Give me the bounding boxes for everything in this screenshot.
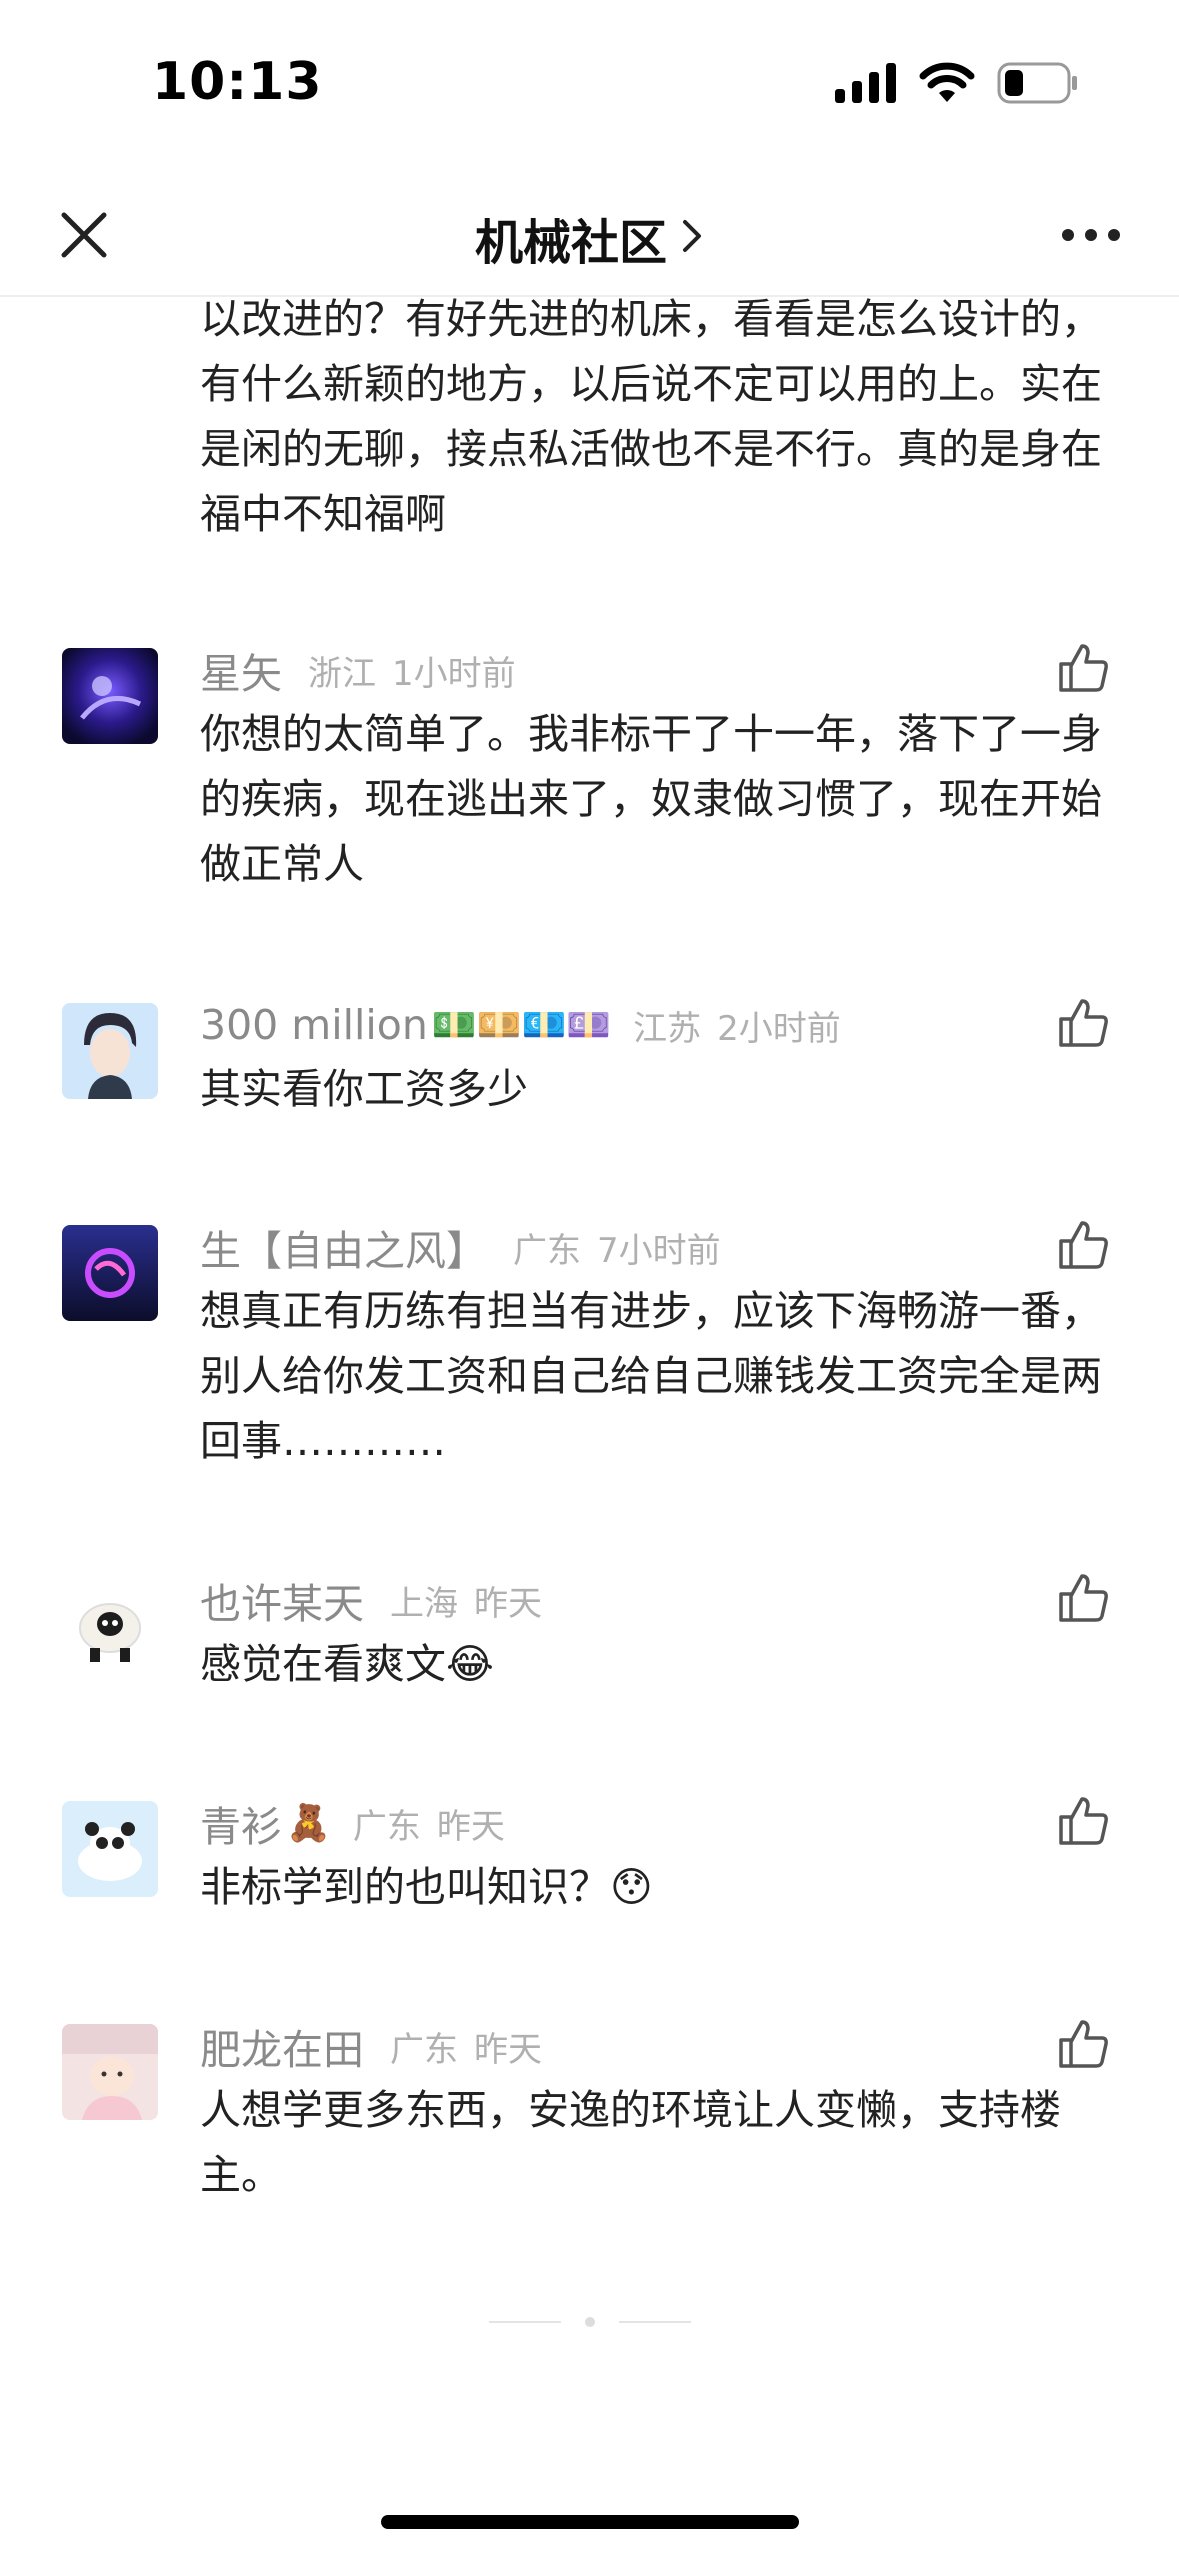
nav-bar: 机械社区 — [0, 175, 1179, 297]
divider — [618, 2321, 691, 2323]
username[interactable]: 星矢 — [200, 640, 282, 700]
thumbs-up-icon — [1059, 644, 1108, 692]
timestamp: 7小时前 — [597, 1230, 721, 1271]
location-label: 广东 — [390, 2029, 458, 2070]
status-bar: 10:13 — [0, 0, 1179, 175]
more-icon — [1062, 229, 1120, 241]
like-button[interactable] — [1055, 1570, 1111, 1626]
thumbs-up-icon — [1059, 1221, 1108, 1269]
like-button[interactable] — [1055, 1217, 1111, 1273]
like-button[interactable] — [1055, 995, 1111, 1051]
thumbs-up-icon — [1059, 1574, 1108, 1622]
timestamp: 2小时前 — [717, 1008, 841, 1049]
avatar[interactable] — [62, 648, 158, 744]
username[interactable]: 肥龙在田 — [200, 2016, 364, 2076]
divider — [488, 2321, 561, 2323]
username[interactable]: 生【自由之风】 — [200, 1217, 487, 1277]
end-of-list-indicator — [0, 2317, 1179, 2327]
thumbs-up-icon — [1059, 999, 1108, 1047]
timestamp: 昨天 — [474, 1583, 542, 1624]
timestamp: 昨天 — [436, 1806, 505, 1847]
status-icons — [835, 62, 1079, 104]
avatar[interactable] — [62, 1801, 158, 1897]
username[interactable]: 也许某天 — [200, 1570, 364, 1630]
comment-text: 其实看你工资多少 — [200, 1065, 528, 1113]
location-label: 浙江 — [308, 653, 376, 694]
thumbs-up-icon — [1059, 1797, 1108, 1845]
like-button[interactable] — [1055, 1793, 1111, 1849]
username[interactable]: 300 million — [200, 1001, 428, 1049]
comment-meta: 也许某天 上海 昨天 — [200, 1570, 542, 1630]
comment-meta: 青衫 🧸 广东 昨天 — [200, 1793, 505, 1853]
comment-meta: 300 million 💵💴💶💷 江苏 2小时前 — [200, 995, 841, 1055]
home-indicator[interactable] — [381, 2515, 799, 2529]
comment-text: 想真正有历练有担当有进步，应该下海畅游一番，别人给你发工资和自己给自己赚钱发工资… — [200, 1287, 1102, 1465]
more-button[interactable] — [1051, 203, 1131, 267]
username[interactable]: 青衫 — [200, 1793, 282, 1853]
comment-meta: 星矢 浙江 1小时前 — [200, 640, 516, 700]
cellular-signal-icon — [835, 63, 896, 103]
thumbs-up-icon — [1059, 2020, 1108, 2068]
wifi-icon — [919, 62, 975, 102]
like-button[interactable] — [1055, 640, 1111, 696]
comment-text: 你想的太简单了。我非标干了十一年，落下了一身的疾病，现在逃出来了，奴隶做习惯了，… — [200, 710, 1102, 888]
comment-text: 非标学到的也叫知识？😯 — [200, 1863, 653, 1911]
status-time: 10:13 — [152, 52, 323, 112]
comment-meta: 生【自由之风】 广东 7小时前 — [200, 1217, 721, 1277]
avatar[interactable] — [62, 2024, 158, 2120]
avatar[interactable] — [62, 1225, 158, 1321]
comment-text: 感觉在看爽文😂 — [200, 1640, 494, 1688]
avatar[interactable] — [62, 1003, 158, 1099]
nav-title-link[interactable]: 机械社区 — [0, 203, 1179, 273]
battery-icon — [997, 62, 1077, 104]
location-label: 广东 — [513, 1230, 581, 1271]
comment-text: 人想学更多东西，安逸的环境让人变懒，支持楼主。 — [200, 2086, 1061, 2199]
location-label: 广东 — [352, 1806, 421, 1847]
page-title: 机械社区 — [474, 215, 667, 271]
username-emoji: 🧸 — [286, 1803, 331, 1844]
like-button[interactable] — [1055, 2016, 1111, 2072]
comment-meta: 肥龙在田 广东 昨天 — [200, 2016, 542, 2076]
timestamp: 1小时前 — [392, 653, 516, 694]
location-label: 上海 — [390, 1583, 458, 1624]
comment-text-continued: 以改进的？有好先进的机床，看看是怎么设计的，有什么新颖的地方，以后说不定可以用的… — [200, 295, 1102, 538]
chevron-right-icon — [680, 216, 704, 260]
timestamp: 昨天 — [474, 2029, 542, 2070]
end-dot — [584, 2317, 595, 2327]
avatar[interactable] — [62, 1578, 158, 1674]
username-emoji: 💵💴💶💷 — [431, 1005, 612, 1046]
location-label: 江苏 — [633, 1008, 702, 1049]
